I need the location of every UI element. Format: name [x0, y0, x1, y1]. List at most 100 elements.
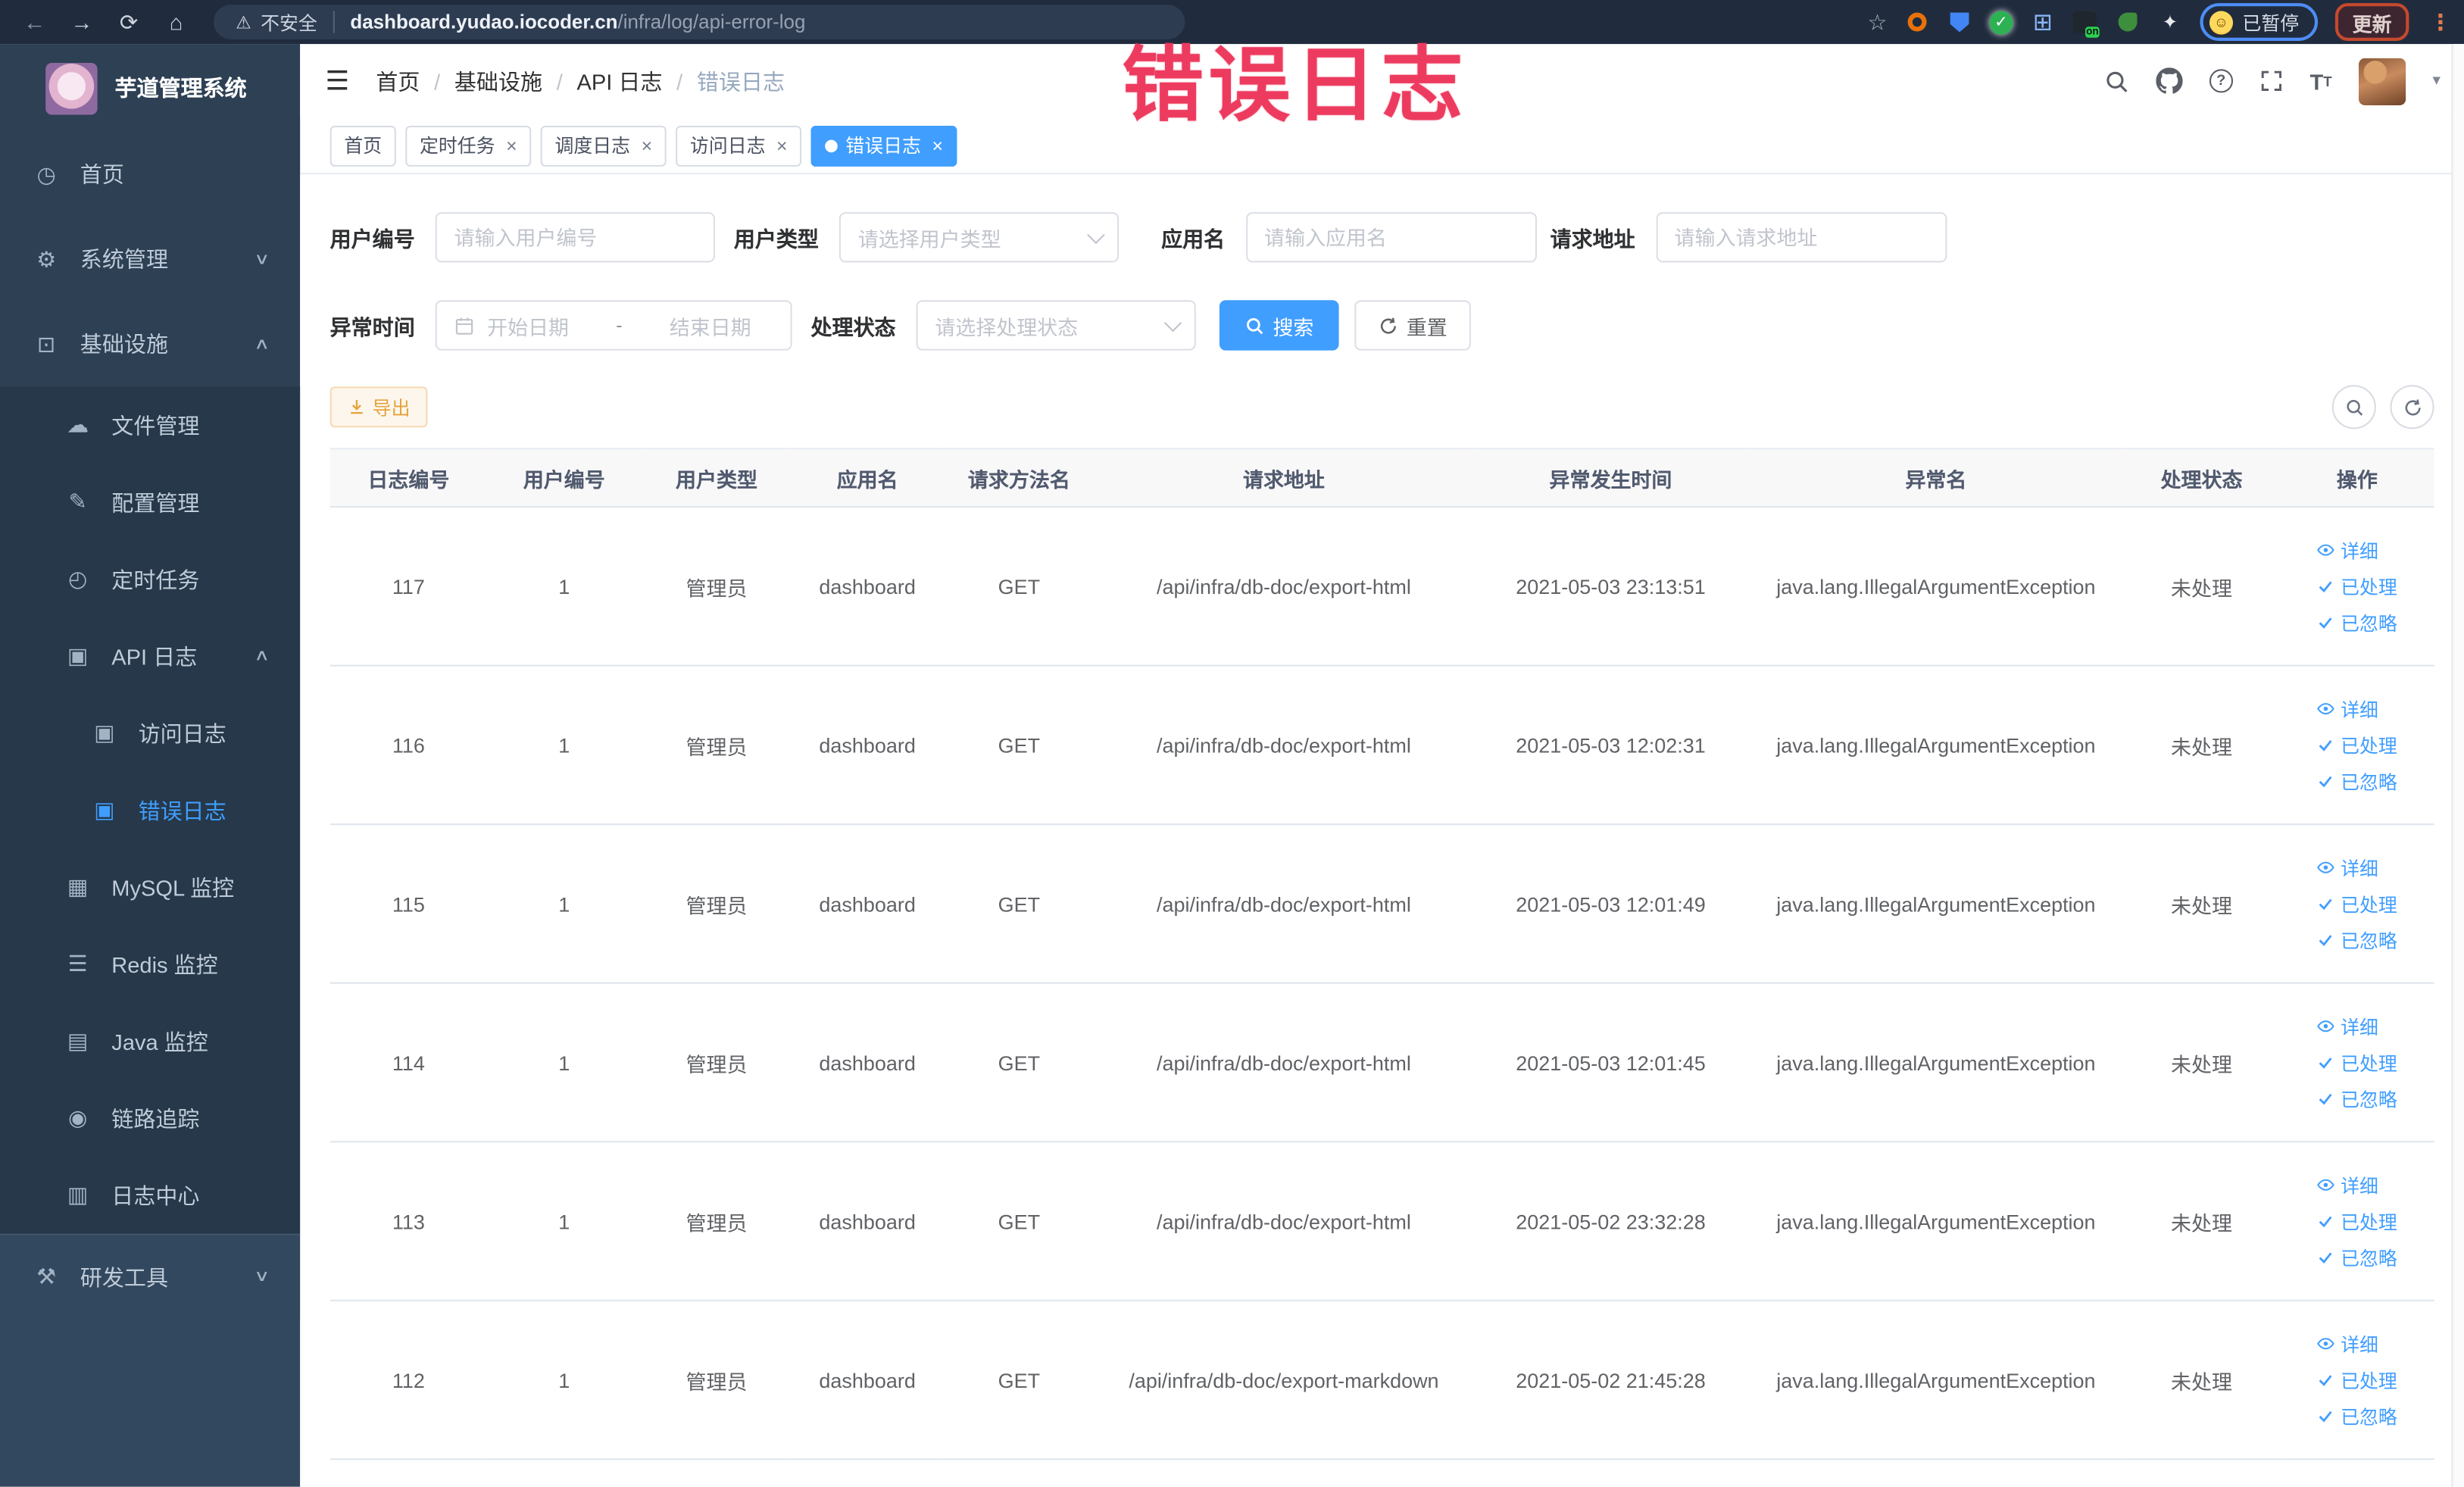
extension-icon-leaf[interactable]	[2115, 9, 2140, 34]
breadcrumb-item[interactable]: 基础设施	[454, 65, 542, 96]
sidebar-item[interactable]: ☁ 文件管理	[0, 386, 301, 464]
extension-icon-check[interactable]: ✓	[1989, 10, 2013, 34]
user-type-select[interactable]: 请选择用户类型	[839, 212, 1120, 263]
date-range-picker[interactable]: 开始日期 - 结束日期	[435, 300, 792, 351]
cell-actions: 详细 已处理 已忽略	[2280, 507, 2434, 667]
tab-close-icon[interactable]: ×	[932, 134, 944, 156]
detail-link[interactable]: 详细	[2317, 1172, 2397, 1198]
sidebar-item[interactable]: ✎ 配置管理	[0, 464, 301, 541]
tab-close-icon[interactable]: ×	[642, 134, 653, 156]
tab-item[interactable]: 首页	[329, 124, 396, 166]
sidebar-item[interactable]: ▦ MySQL 监控	[0, 848, 301, 926]
app-name-input[interactable]	[1245, 212, 1536, 263]
extension-icon-shield[interactable]	[1947, 9, 1972, 34]
extension-icon-on-badge[interactable]: on	[2072, 9, 2100, 38]
extension-icon-puzzle[interactable]: ✦	[2157, 9, 2182, 34]
fullscreen-icon[interactable]	[2259, 69, 2283, 92]
sidebar-item-label: 定时任务	[111, 566, 200, 592]
ignored-link[interactable]: 已忽略	[2317, 1244, 2397, 1270]
sidebar-item-label: MySQL 监控	[111, 874, 235, 900]
detail-link[interactable]: 详细	[2317, 854, 2397, 881]
font-size-icon[interactable]: TT	[2309, 68, 2331, 93]
sidebar-item[interactable]: ◷ 首页	[0, 132, 300, 217]
table-row: 115 1 管理员 dashboard GET/api/infra/db-doc/exp…	[329, 824, 2434, 984]
chevron-down-icon: ∨	[253, 250, 270, 268]
sidebar-logo[interactable]: 芋道管理系统	[0, 44, 300, 132]
forward-icon[interactable]: →	[69, 9, 94, 34]
reset-button[interactable]: 重置	[1354, 300, 1471, 351]
ignored-link[interactable]: 已忽略	[2317, 1086, 2397, 1112]
tab-item[interactable]: 错误日志 ×	[810, 124, 957, 166]
row-actions: 详细 已处理 已忽略	[2317, 1004, 2397, 1122]
breadcrumb-item[interactable]: 首页	[376, 65, 420, 96]
cell-user-id: 1	[487, 1142, 642, 1301]
sidebar-item[interactable]: ▣ 访问日志	[0, 694, 301, 772]
tab-close-icon[interactable]: ×	[776, 134, 788, 156]
home-icon[interactable]: ⌂	[164, 9, 189, 34]
sidebar-item[interactable]: ▣ API 日志 ∧	[0, 617, 301, 695]
breadcrumb-item: 错误日志	[696, 68, 785, 94]
sidebar-item[interactable]: ◴ 定时任务	[0, 540, 301, 618]
extension-icon-orange[interactable]	[1904, 9, 1929, 34]
sidebar-item[interactable]: ⚒ 研发工具 ∨	[0, 1233, 301, 1319]
tab-item[interactable]: 定时任务 ×	[405, 124, 532, 166]
ignored-link[interactable]: 已忽略	[2317, 767, 2397, 794]
detail-link[interactable]: 详细	[2317, 1013, 2397, 1039]
config-manage-icon: ✎	[68, 489, 87, 514]
ignored-link[interactable]: 已忽略	[2317, 926, 2397, 953]
processed-link[interactable]: 已处理	[2317, 890, 2397, 917]
address-bar[interactable]: ⚠ 不安全 dashboard.yudao.iocoder.cn/infra/l…	[214, 5, 1185, 39]
help-icon[interactable]: ?	[2209, 69, 2233, 93]
sidebar-item[interactable]: ▥ 日志中心	[0, 1156, 301, 1234]
extension-icon-grid[interactable]: ⊞	[2030, 9, 2055, 36]
sidebar-item-label: 错误日志	[138, 797, 226, 823]
processed-link[interactable]: 已处理	[2317, 1049, 2397, 1076]
sidebar-item[interactable]: ⊡ 基础设施 ∧	[0, 301, 300, 386]
sidebar-item[interactable]: ▣ 错误日志	[0, 771, 301, 849]
refresh-icon-button[interactable]	[2390, 385, 2434, 430]
bookmark-star-icon[interactable]: ☆	[1867, 8, 1887, 35]
github-icon[interactable]	[2156, 67, 2183, 94]
warning-icon: ⚠	[236, 13, 251, 33]
avatar[interactable]	[2358, 57, 2406, 105]
processed-link[interactable]: 已处理	[2317, 732, 2397, 758]
toggle-search-icon-button[interactable]	[2331, 385, 2376, 430]
detail-link[interactable]: 详细	[2317, 536, 2397, 563]
back-icon[interactable]: ←	[22, 9, 47, 34]
date-separator: -	[616, 314, 623, 336]
detail-link[interactable]: 详细	[2317, 1330, 2397, 1357]
profile-paused-badge[interactable]: ☺ 已暂停	[2200, 3, 2319, 41]
sidebar-item-label: 基础设施	[80, 331, 168, 357]
page-scrollbar[interactable]	[2451, 44, 2464, 1487]
active-tab-dot	[825, 139, 838, 152]
browser-update-button[interactable]: 更新	[2334, 3, 2409, 41]
processed-link[interactable]: 已处理	[2317, 573, 2397, 599]
ignored-link[interactable]: 已忽略	[2317, 609, 2397, 636]
menu-dots-icon[interactable]: ⋮	[2429, 8, 2451, 35]
ignored-link[interactable]: 已忽略	[2317, 1403, 2397, 1429]
tab-item[interactable]: 访问日志 ×	[676, 124, 802, 166]
breadcrumb-item[interactable]: API 日志	[576, 65, 662, 96]
sidebar-toggle-icon[interactable]: ☰	[325, 65, 349, 96]
detail-link[interactable]: 详细	[2317, 695, 2397, 722]
sidebar-item[interactable]: ▤ Java 监控	[0, 1002, 301, 1080]
tab-close-icon[interactable]: ×	[506, 134, 517, 156]
processed-link[interactable]: 已处理	[2317, 1207, 2397, 1234]
sidebar-item[interactable]: ◉ 链路追踪	[0, 1079, 301, 1157]
request-url-input[interactable]	[1655, 212, 1947, 263]
tab-item[interactable]: 调度日志 ×	[540, 124, 667, 166]
sidebar-item[interactable]: ☰ Redis 监控	[0, 925, 301, 1003]
cell-actions: 详细 已处理 已忽略	[2280, 665, 2434, 826]
search-button[interactable]: 搜索	[1219, 300, 1339, 351]
user-id-input[interactable]	[435, 212, 715, 263]
caret-down-icon[interactable]: ▾	[2432, 72, 2440, 89]
cell-status: 未处理	[2122, 1142, 2281, 1301]
url-host: dashboard.yudao.iocoder.cn	[350, 11, 618, 33]
processed-link[interactable]: 已处理	[2317, 1367, 2397, 1393]
search-icon[interactable]	[2104, 68, 2129, 93]
action-label: 已处理	[2341, 893, 2397, 916]
export-button[interactable]: 导出	[329, 386, 428, 428]
reload-icon[interactable]: ⟳	[117, 8, 142, 35]
process-status-select[interactable]: 请选择处理状态	[916, 300, 1196, 351]
sidebar-item[interactable]: ⚙ 系统管理 ∨	[0, 217, 300, 301]
